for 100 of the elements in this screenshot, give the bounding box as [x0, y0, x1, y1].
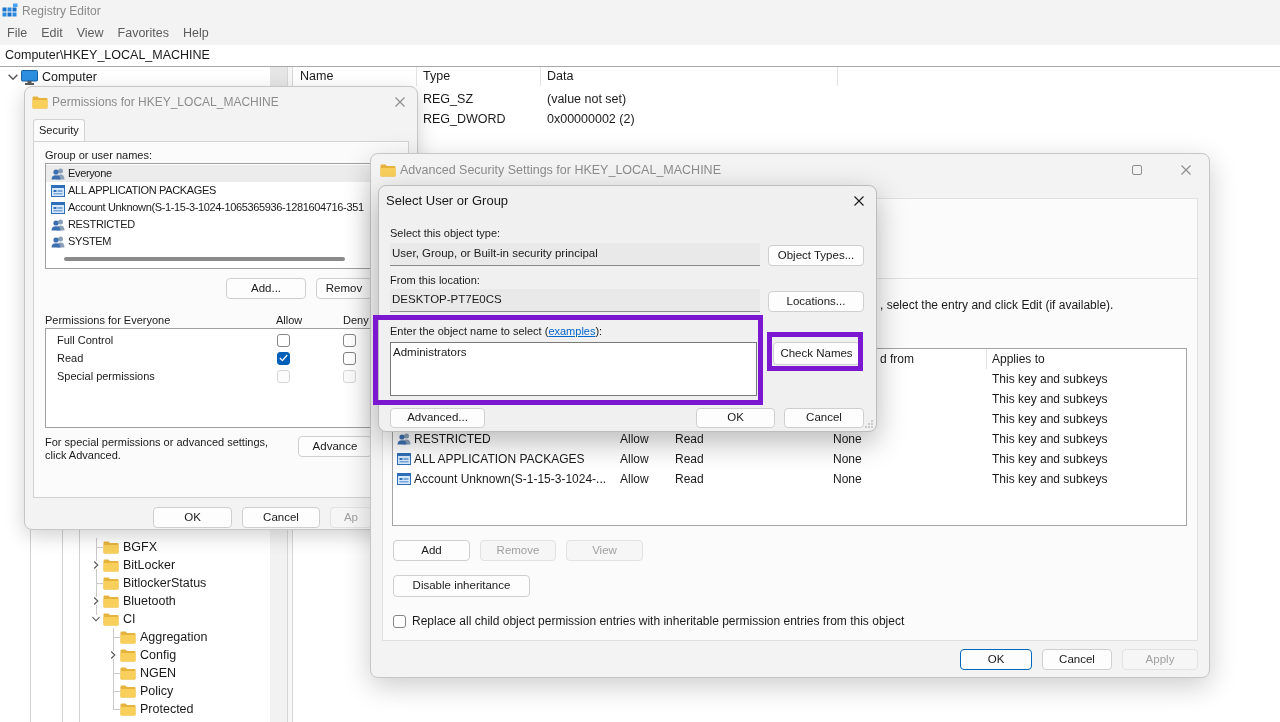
users-icon [51, 218, 65, 231]
table-cell: Read [675, 472, 704, 486]
tree-item[interactable]: CI [103, 611, 136, 627]
column-header[interactable]: Applies to [992, 350, 1045, 368]
instruction-text: , select the entry and click Edit (if available). [880, 298, 1114, 312]
add-button[interactable]: Add [393, 540, 470, 561]
tree-item[interactable]: BGFX [103, 539, 158, 555]
list-label: Permissions for Everyone [45, 314, 172, 327]
menu-item[interactable]: Favorites [117, 24, 169, 43]
column-header[interactable]: d from [880, 352, 914, 366]
horizontal-scrollbar[interactable] [64, 257, 345, 261]
tree-item[interactable]: Policy [120, 683, 174, 699]
menu-item[interactable]: View [76, 24, 104, 43]
examples-link[interactable]: examples [548, 325, 596, 337]
table-cell: None [833, 432, 862, 446]
menu-item[interactable]: File [7, 24, 28, 43]
permission-label: Special permissions [57, 369, 155, 382]
field-label: Enter the object name to select (examples): [390, 325, 604, 337]
app-window-icon [397, 473, 411, 485]
ok-button[interactable]: OK [153, 507, 232, 528]
table-cell: This key and subkeys [992, 372, 1108, 386]
remove-button[interactable]: Remov [316, 278, 372, 299]
chevron-right-icon[interactable] [109, 651, 117, 659]
advanced-button[interactable]: Advanced... [390, 408, 485, 428]
table-cell: This key and subkeys [992, 432, 1108, 446]
cancel-button[interactable]: Cancel [1042, 649, 1112, 670]
hint-text: For special permissions or advanced settings, click Advanced. [45, 436, 270, 462]
table-cell: (value not set) [547, 91, 627, 106]
table-cell: None [833, 452, 862, 466]
users-icon [51, 235, 65, 248]
field-label: From this location: [390, 274, 481, 286]
table-cell: 0x00000002 (2) [547, 111, 635, 126]
add-button[interactable]: Add... [226, 278, 306, 299]
checkbox[interactable] [277, 333, 290, 347]
checkbox[interactable] [277, 351, 290, 365]
check-names-button[interactable]: Check Names [773, 342, 860, 365]
close-button[interactable] [852, 194, 866, 208]
window-title: Advanced Security Settings for HKEY_LOCAL_MACHINE [400, 161, 721, 179]
advanced-button[interactable]: Advance [298, 436, 372, 457]
window-title: Registry Editor [22, 3, 101, 20]
menu-item[interactable]: Edit [41, 24, 63, 43]
app-window-icon [51, 201, 65, 214]
checkbox[interactable] [343, 333, 356, 347]
folder-icon [120, 702, 136, 716]
chevron-down-icon[interactable] [8, 72, 18, 82]
list-label: Group or user names: [45, 149, 153, 162]
registry-app-icon [2, 3, 18, 19]
locations-button[interactable]: Locations... [768, 291, 864, 312]
table-cell: Read [675, 432, 704, 446]
tree-item[interactable]: BitlockerStatus [103, 575, 207, 591]
column-header: Deny [343, 314, 369, 327]
checkmark-icon [279, 354, 288, 362]
table-cell: This key and subkeys [992, 472, 1108, 486]
object-types-button[interactable]: Object Types... [768, 245, 864, 266]
tree-item[interactable]: Bluetooth [103, 593, 176, 609]
folder-icon [380, 163, 396, 177]
resize-grip-icon[interactable] [865, 420, 873, 428]
close-icon [1181, 165, 1191, 175]
table-cell: Allow [620, 472, 649, 486]
object-name-field[interactable]: Administrators [390, 342, 757, 396]
user-list[interactable]: Everyone ALL APPLICATION PACKAGES Account Unknown(S-1-15-3-1024-1065365936-1281604716-351 RESTRICTED SYSTEM [45, 163, 372, 269]
ok-button[interactable]: OK [960, 649, 1032, 670]
table-cell: This key and subkeys [992, 412, 1108, 426]
app-window-icon [51, 184, 65, 197]
tree-item[interactable]: Aggregation [120, 629, 208, 645]
checkbox[interactable] [343, 351, 356, 365]
permission-label: Read [57, 351, 84, 364]
table-cell: REG_SZ [423, 91, 473, 106]
folder-icon [120, 648, 136, 662]
table-cell: REG_DWORD [423, 111, 506, 126]
folder-icon [120, 666, 136, 680]
app-window-icon [397, 453, 411, 465]
tab[interactable]: Security [33, 119, 85, 141]
user-list-item[interactable]: Everyone [46, 165, 371, 182]
table-cell: None [833, 472, 862, 486]
table-cell: Read [675, 452, 704, 466]
folder-icon [32, 95, 48, 109]
tree-item[interactable]: Computer [21, 69, 97, 85]
tree-item[interactable]: Config [120, 647, 177, 663]
tree-item[interactable]: BitLocker [103, 557, 176, 573]
disable-inheritance-button[interactable]: Disable inheritance [393, 575, 530, 597]
object-type-field: User, Group, or Built-in security principal [390, 243, 760, 266]
chevron-right-icon[interactable] [92, 561, 100, 569]
chevron-down-icon[interactable] [92, 615, 100, 623]
tree-item[interactable]: Protected [120, 701, 194, 717]
cancel-button[interactable]: Cancel [242, 507, 320, 528]
folder-icon [103, 612, 119, 626]
ok-button[interactable]: OK [696, 408, 775, 428]
folder-icon [103, 594, 119, 608]
cancel-button[interactable]: Cancel [784, 408, 864, 428]
chevron-right-icon[interactable] [92, 597, 100, 605]
tree-item[interactable]: NGEN [120, 665, 177, 681]
column-header[interactable]: Data [541, 67, 838, 86]
column-header[interactable]: Type [417, 67, 541, 86]
menu-item[interactable]: Help [183, 24, 209, 43]
table-cell: Allow [620, 432, 649, 446]
scrollbar-thumb[interactable] [270, 67, 287, 86]
vertical-scrollbar[interactable] [270, 530, 287, 722]
checkbox[interactable] [393, 614, 406, 628]
table-cell: This key and subkeys [992, 452, 1108, 466]
